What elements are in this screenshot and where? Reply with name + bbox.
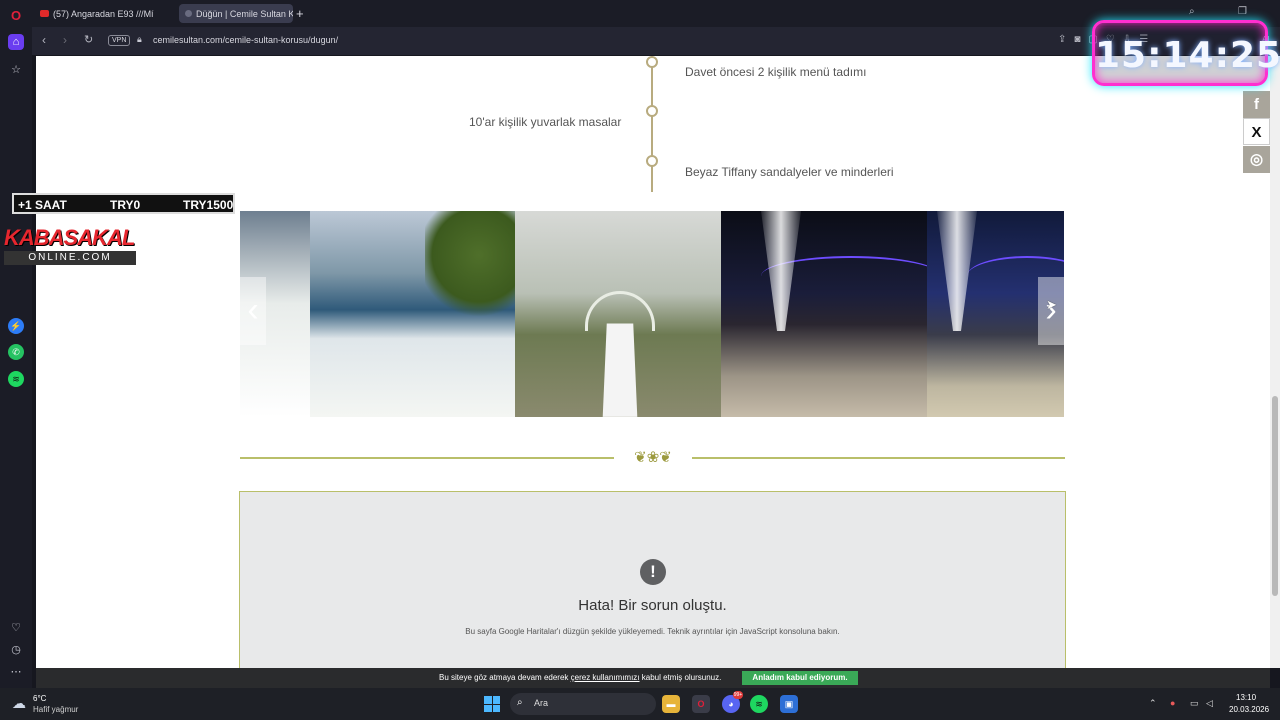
opera-logo-icon[interactable]: O [8, 8, 24, 24]
home-icon[interactable]: ⌂ [8, 34, 24, 50]
app-taskbar-icon[interactable]: ▣ [780, 695, 798, 713]
timeline-item: Davet öncesi 2 kişilik menü tadımı [685, 65, 867, 79]
search-input[interactable]: Ara [534, 698, 548, 708]
start-button[interactable] [484, 696, 500, 712]
search-icon: ⌕ [517, 697, 523, 708]
messenger-icon[interactable]: ⚡ [8, 318, 24, 334]
carousel-photo[interactable] [310, 211, 515, 417]
screen: O ⌂ ☆ ⚡ ✆ ≋ ♡ ◷ ⋯ (57) Angaradan E93 ///… [0, 0, 1280, 720]
forward-icon[interactable]: › [63, 33, 67, 47]
tab-label: Düğün | Cemile Sultan Kor [196, 8, 293, 19]
error-icon: ! [640, 559, 666, 585]
timeline-dot [646, 105, 658, 117]
carousel-photo[interactable] [721, 211, 941, 417]
page-scrollbar[interactable] [1270, 56, 1280, 668]
tab-cemile-sultan[interactable]: Düğün | Cemile Sultan Kor [179, 4, 293, 23]
taskbar-time[interactable]: 13:10 [1236, 693, 1256, 702]
vpn-badge[interactable]: VPN [108, 35, 131, 46]
facebook-icon[interactable]: f [1243, 91, 1270, 118]
taskbar-date[interactable]: 20.03.2026 [1229, 705, 1269, 714]
odds-amount: TRY1500 [183, 198, 234, 212]
cookie-text-after: kabul etmiş olursunuz. [639, 673, 722, 682]
map-error-message: Bu sayfa Google Haritalar'ı düzgün şekil… [465, 627, 840, 636]
microphone-icon[interactable]: ● [1170, 698, 1175, 708]
aisle-shape [602, 323, 638, 417]
whatsapp-icon[interactable]: ✆ [8, 344, 24, 360]
heart-icon[interactable]: ♡ [8, 620, 24, 636]
url-field[interactable]: cemilesultan.com/cemile-sultan-korusu/du… [153, 35, 338, 45]
timeline-item: Beyaz Tiffany sandalyeler ve minderleri [685, 165, 894, 179]
opera-taskbar-icon[interactable]: O [692, 695, 710, 713]
timeline-dot [646, 56, 658, 68]
opera-sidebar: O ⌂ ☆ ⚡ ✆ ≋ ♡ ◷ ⋯ [0, 0, 32, 688]
back-icon[interactable]: ‹ [42, 33, 46, 47]
network-icon[interactable]: ▭ [1190, 698, 1199, 709]
new-tab-button[interactable]: + [296, 6, 304, 21]
site-favicon-icon [185, 10, 192, 17]
spotify-taskbar-icon[interactable]: ≋ [750, 695, 768, 713]
cookie-banner: Bu siteye göz atmaya devam ederek çerez … [36, 668, 1270, 688]
ornament-icon: ❦❀❦ [614, 449, 692, 467]
history-icon[interactable]: ◷ [8, 642, 24, 658]
reload-icon[interactable]: ↻ [84, 33, 93, 46]
brand-logo-bottom: ONLINE.COM [4, 251, 136, 265]
carousel-photo[interactable] [515, 211, 721, 417]
windows-taskbar: ☁ 6°C Hafif yağmur ⌕ Ara ▬ O ◕ 99+ ≋ ▣ ⌃… [0, 688, 1280, 720]
weather-temperature[interactable]: 6°C [33, 694, 46, 703]
google-map-embed: ! Hata! Bir sorun oluştu. Bu sayfa Googl… [239, 491, 1066, 668]
tray-chevron-icon[interactable]: ⌃ [1149, 698, 1157, 709]
timeline-line [651, 56, 653, 192]
youtube-icon [40, 10, 49, 17]
stream-clock-time: 15:14:25 [1095, 35, 1280, 76]
lock-icon[interactable]: 🔒︎ [137, 34, 142, 45]
map-error-title: Hata! Bir sorun oluştu. [578, 597, 727, 614]
tab-bar: (57) Angaradan E93 ///Mí Düğün | Cemile … [32, 0, 1280, 27]
tab-youtube[interactable]: (57) Angaradan E93 ///Mí [34, 4, 176, 23]
brand-logo-top: KABASAKAL [4, 225, 135, 250]
instagram-icon[interactable]: ◎ [1243, 146, 1270, 173]
scrollbar-thumb[interactable] [1272, 396, 1278, 596]
cookie-text: Bu siteye göz atmaya devam ederek çerez … [439, 673, 721, 682]
spotify-icon[interactable]: ≋ [8, 371, 24, 387]
timeline-item: 10'ar kişilik yuvarlak masalar [469, 115, 622, 129]
volume-icon[interactable]: ◁ [1206, 698, 1213, 709]
carousel-prev-button[interactable]: ‹ [240, 277, 266, 345]
file-explorer-icon[interactable]: ▬ [662, 695, 680, 713]
taskbar-search[interactable]: ⌕ Ara [510, 693, 656, 715]
x-twitter-icon[interactable]: X [1243, 118, 1270, 145]
cookie-policy-link[interactable]: çerez kullanımımızı [571, 673, 640, 682]
weather-cloud-icon[interactable]: ☁ [12, 695, 26, 712]
weather-description[interactable]: Hafif yağmur [33, 705, 78, 714]
cookie-accept-button[interactable]: Anladım kabul ediyorum. [742, 671, 858, 685]
timeline-dot [646, 155, 658, 167]
more-icon[interactable]: ⋯ [8, 664, 24, 680]
stream-clock-overlay: 15:14:25 [1092, 20, 1280, 86]
star-icon[interactable]: ☆ [8, 62, 24, 78]
brand-logo: KABASAKAL ONLINE.COM [4, 225, 136, 269]
mouse-cursor-icon: ➤ [1046, 297, 1057, 312]
cookie-text-before: Bu siteye göz atmaya devam ederek [439, 673, 571, 682]
web-page: Davet öncesi 2 kişilik menü tadımı 10'ar… [36, 56, 1270, 668]
odds-currency: TRY0 [110, 198, 141, 212]
tree-shape [425, 211, 515, 321]
restore-window-icon[interactable]: ❐ [1238, 6, 1247, 17]
photo-carousel[interactable]: ‹ › [240, 211, 1064, 417]
tab-label: (57) Angaradan E93 ///Mí [53, 8, 154, 19]
search-tabs-icon[interactable]: ⌕ [1189, 6, 1195, 17]
odds-overlay: +1 SAAT TRY0 TRY1500 [12, 193, 235, 214]
notification-badge: 99+ [733, 691, 743, 699]
odds-duration: +1 SAAT [18, 198, 67, 212]
